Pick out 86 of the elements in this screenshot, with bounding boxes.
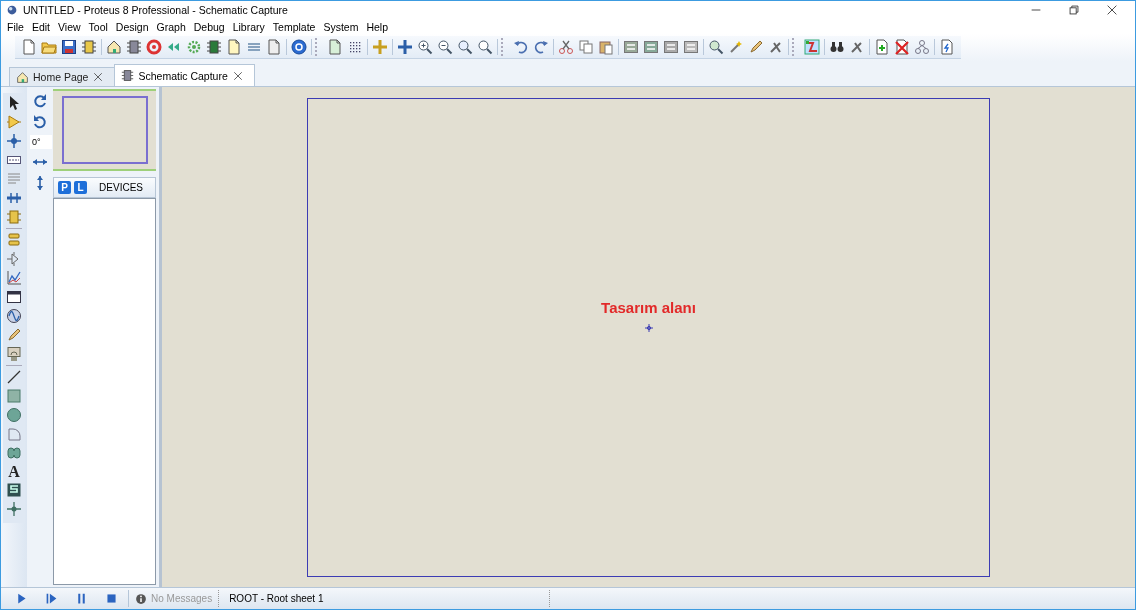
rotation-angle-field[interactable]: 0° (30, 135, 52, 149)
line-icon[interactable] (6, 369, 22, 385)
tab[interactable]: Home Page (9, 67, 116, 86)
zoom-in-icon[interactable] (417, 39, 433, 55)
tab[interactable]: Schematic Capture (114, 64, 255, 86)
menu-item[interactable]: Design (111, 20, 153, 33)
menu-item[interactable]: Graph (152, 20, 190, 33)
canvas-annotation: Tasarım alanı (601, 298, 696, 316)
house-icon[interactable] (106, 39, 122, 55)
paste-icon[interactable] (598, 39, 614, 55)
marker-icon[interactable] (6, 501, 22, 517)
menu-item[interactable]: Template (268, 20, 320, 33)
menu-item[interactable]: Debug (189, 20, 229, 33)
redo-icon[interactable] (533, 39, 549, 55)
meter-icon[interactable] (6, 346, 22, 362)
menu-item[interactable]: View (54, 20, 85, 33)
grid-icon[interactable] (347, 39, 363, 55)
chip-icon[interactable] (206, 39, 222, 55)
rotate-counterclockwise-icon[interactable] (32, 114, 48, 130)
block-icon[interactable] (643, 39, 659, 55)
arc-icon[interactable] (6, 426, 22, 442)
copy-icon[interactable] (578, 39, 594, 55)
magnifier-icon[interactable] (477, 39, 493, 55)
app-icon (5, 3, 19, 17)
subcircuit-icon[interactable] (6, 209, 22, 225)
house-icon (16, 70, 29, 84)
cut-icon[interactable] (558, 39, 574, 55)
chip-icon[interactable] (81, 39, 97, 55)
menu-item[interactable]: System (319, 20, 363, 33)
close-icon[interactable] (1105, 3, 1119, 17)
terminal-icon[interactable] (6, 232, 22, 248)
stop-button[interactable] (105, 592, 118, 605)
menu-item[interactable]: Edit (27, 20, 54, 33)
bus-icon[interactable] (6, 190, 22, 206)
magnifier-icon[interactable] (457, 39, 473, 55)
document-icon[interactable] (266, 39, 282, 55)
device-list[interactable] (53, 198, 156, 585)
undo-icon[interactable] (513, 39, 529, 55)
message-status: No Messages (151, 593, 213, 604)
zoom-out-icon[interactable] (437, 39, 453, 55)
device-selector-button[interactable]: P (58, 181, 71, 194)
sine-source-icon[interactable] (6, 308, 22, 324)
add-page-icon[interactable] (874, 39, 890, 55)
rotate-clockwise-icon[interactable] (32, 93, 48, 109)
sheet-status: ROOT - Root sheet 1 (219, 590, 551, 607)
chip-icon (121, 69, 135, 82)
step-button[interactable] (45, 592, 58, 605)
circle-icon[interactable] (6, 407, 22, 423)
block-icon[interactable] (623, 39, 639, 55)
play-button[interactable] (15, 592, 28, 605)
window-title: UNTITLED - Proteus 8 Professional - Schematic Capture (23, 4, 288, 16)
close-tab-icon[interactable] (231, 69, 244, 82)
menu-item[interactable]: Library (228, 20, 269, 33)
menu-item[interactable]: Help (362, 20, 393, 33)
origin-marker-icon (644, 323, 653, 332)
device-selector-title: DEVICES (99, 182, 143, 193)
delete-page-icon[interactable] (894, 39, 910, 55)
document-icon[interactable] (327, 39, 343, 55)
pencil-icon[interactable] (748, 39, 764, 55)
graph-icon[interactable] (6, 270, 22, 286)
window-icon[interactable] (6, 289, 22, 305)
new-file-icon[interactable] (21, 39, 37, 55)
binoculars-icon[interactable] (829, 39, 845, 55)
ring-icon[interactable] (146, 39, 162, 55)
menu-item[interactable]: File (3, 20, 28, 33)
text-tool-button[interactable]: A (8, 464, 20, 479)
tree-icon[interactable] (914, 39, 930, 55)
close-tab-icon[interactable] (92, 71, 105, 83)
symbol-icon[interactable] (6, 482, 22, 498)
save-icon[interactable] (61, 39, 77, 55)
document-icon[interactable] (226, 39, 242, 55)
device-selector-button[interactable]: L (74, 181, 87, 194)
pencil-icon[interactable] (6, 327, 22, 343)
document-icon[interactable] (939, 39, 955, 55)
block-icon[interactable] (683, 39, 699, 55)
pause-button[interactable] (75, 592, 88, 605)
wand-icon[interactable] (728, 39, 744, 55)
menu-item[interactable]: Tool (84, 20, 112, 33)
block-icon[interactable] (663, 39, 679, 55)
info-icon (135, 592, 147, 605)
pan-icon[interactable] (397, 39, 413, 55)
magnifier-icon[interactable] (708, 39, 724, 55)
chip-icon[interactable] (126, 39, 142, 55)
junction-icon[interactable] (6, 133, 22, 149)
restore-icon[interactable] (1067, 3, 1081, 17)
path-icon[interactable] (6, 445, 22, 461)
